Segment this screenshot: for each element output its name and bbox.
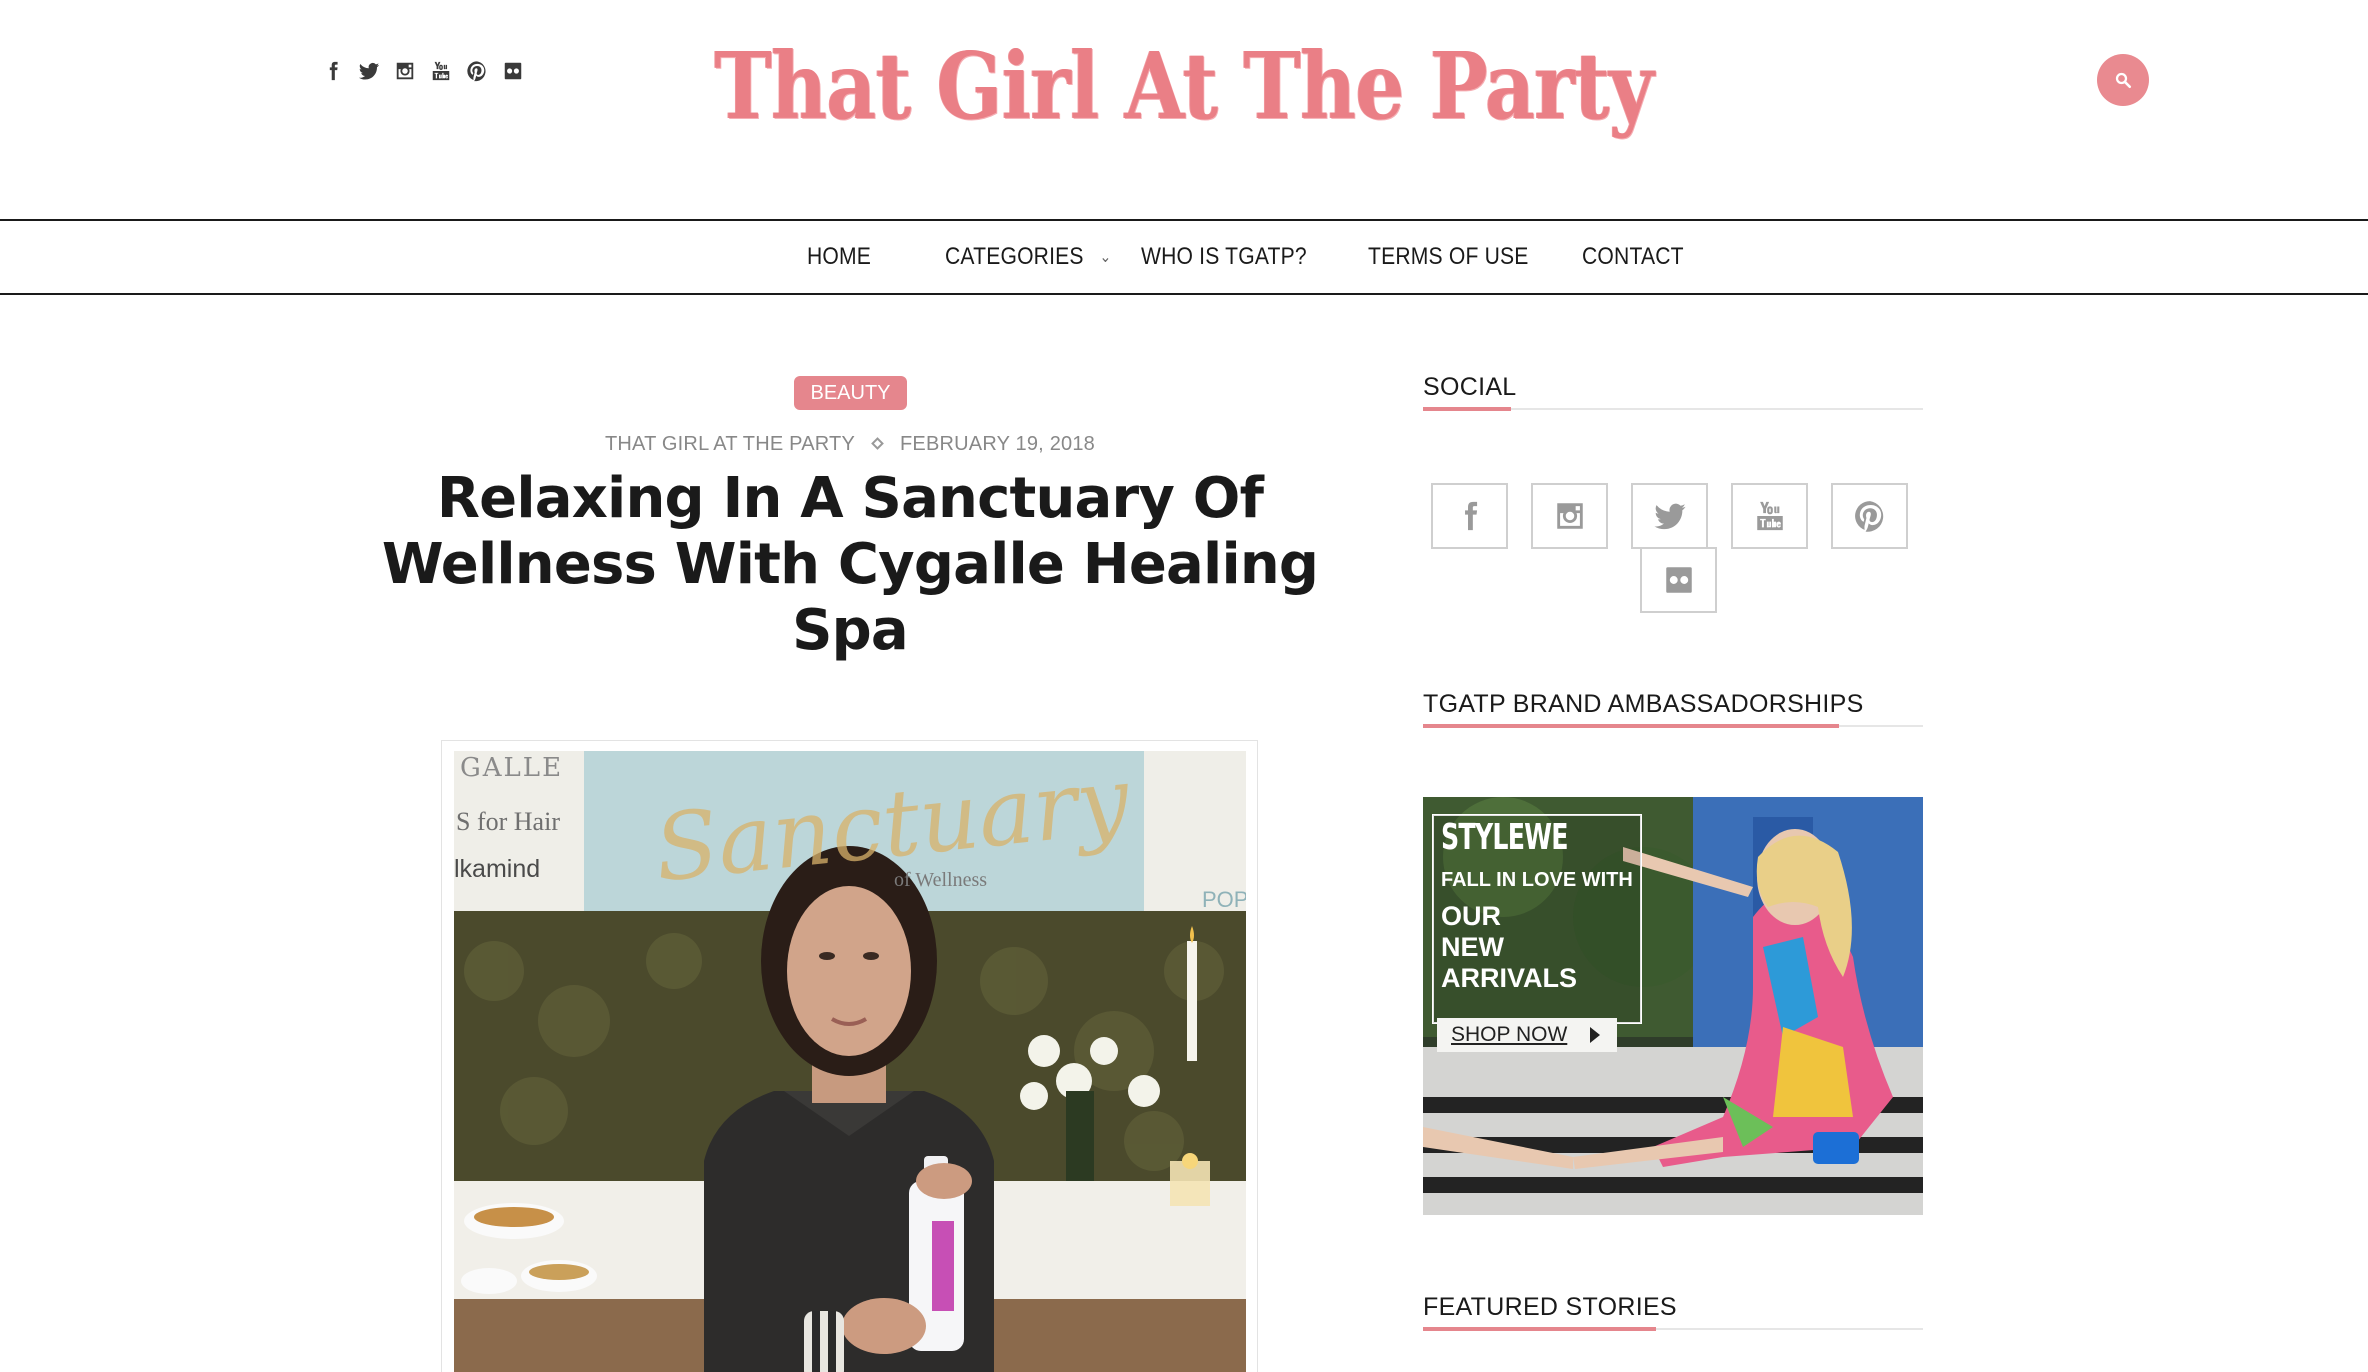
nav-item-label: HOME	[807, 243, 872, 270]
ad-brand: STYLEWE	[1441, 817, 1569, 858]
featured-widget-label: FEATURED STORIES	[1423, 1293, 1677, 1321]
sidebar-youtube-link[interactable]	[1731, 483, 1808, 549]
ad-line-2: OUR	[1441, 901, 1501, 931]
ad-line-1: FALL IN LOVE WITH	[1441, 869, 1633, 891]
separator-icon	[871, 437, 884, 450]
nav-item-who-is-tgatp[interactable]: WHO IS TGATP?	[1141, 221, 1307, 293]
banner-text-pop: POP	[1202, 887, 1246, 912]
banner-text-galle: GALLE	[460, 753, 564, 783]
post-author[interactable]: THAT GIRL AT THE PARTY	[605, 433, 855, 455]
post-title: Relaxing In A Sanctuary Of Wellness With…	[381, 466, 1319, 663]
banner-text-alkamind: lkamind	[454, 855, 541, 883]
search-icon	[2115, 72, 2132, 89]
stylewe-ad-banner[interactable]: STYLEWE FALL IN LOVE WITH OUR NEW ARRIVA…	[1423, 797, 1923, 1215]
facebook-icon	[1464, 501, 1477, 531]
nav-item-label: TERMS OF USE	[1368, 243, 1529, 270]
search-button[interactable]	[2097, 54, 2149, 106]
sidebar-flickr-link[interactable]	[1640, 547, 1717, 613]
nav-item-label: CATEGORIES	[945, 243, 1084, 270]
pinterest-icon	[1854, 501, 1883, 532]
sidebar-instagram-link[interactable]	[1531, 483, 1608, 549]
sidebar-pinterest-link[interactable]	[1831, 483, 1908, 549]
featured-image-frame: GALLE S for Hair lkamind Sanctuary of We…	[441, 740, 1258, 1372]
site-logo[interactable]: That Girl At The Party	[0, 33, 2368, 140]
twitter-icon	[1653, 503, 1686, 530]
featured-widget-title: FEATURED STORIES	[1423, 1293, 1923, 1331]
nav-item-label: CONTACT	[1582, 243, 1684, 270]
nav-item-categories[interactable]: CATEGORIES ⌄	[945, 221, 1111, 293]
main-nav: HOME CATEGORIES ⌄ WHO IS TGATP? TERMS OF …	[0, 219, 2368, 295]
sidebar-facebook-link[interactable]	[1431, 483, 1508, 549]
ad-line-4: ARRIVALS	[1441, 963, 1578, 993]
ad-shop-now-button[interactable]: SHOP NOW	[1451, 1023, 1567, 1047]
category-badge[interactable]: BEAUTY	[794, 376, 907, 410]
site-title[interactable]: That Girl At The Party	[715, 33, 1654, 140]
nav-item-home[interactable]: HOME	[807, 221, 871, 293]
banner-text-hair: S for Hair	[456, 807, 560, 836]
nav-item-label: WHO IS TGATP?	[1141, 243, 1307, 270]
chevron-down-icon: ⌄	[1099, 249, 1112, 266]
post-meta: THAT GIRL AT THE PARTY FEBRUARY 19, 2018	[0, 433, 1700, 456]
banner-text-of-wellness: of Wellness	[894, 869, 988, 891]
featured-image: GALLE S for Hair lkamind Sanctuary of We…	[454, 751, 1246, 1372]
ambassador-widget-title: TGATP BRAND AMBASSADORSHIPS	[1423, 690, 1923, 728]
ad-line-3: NEW	[1441, 932, 1504, 962]
title-accent	[1423, 1327, 1656, 1331]
youtube-icon	[1756, 501, 1783, 531]
social-widget-label: SOCIAL	[1423, 373, 1517, 401]
instagram-icon	[1556, 503, 1583, 529]
nav-item-terms-of-use[interactable]: TERMS OF USE	[1368, 221, 1529, 293]
nav-item-contact[interactable]: CONTACT	[1582, 221, 1684, 293]
title-accent	[1423, 407, 1511, 411]
ambassador-widget-label: TGATP BRAND AMBASSADORSHIPS	[1423, 690, 1864, 718]
sidebar-twitter-link[interactable]	[1631, 483, 1708, 549]
social-widget-title: SOCIAL	[1423, 373, 1923, 411]
title-accent	[1423, 724, 1839, 728]
flickr-icon	[1665, 567, 1692, 593]
post-date: FEBRUARY 19, 2018	[900, 433, 1095, 455]
